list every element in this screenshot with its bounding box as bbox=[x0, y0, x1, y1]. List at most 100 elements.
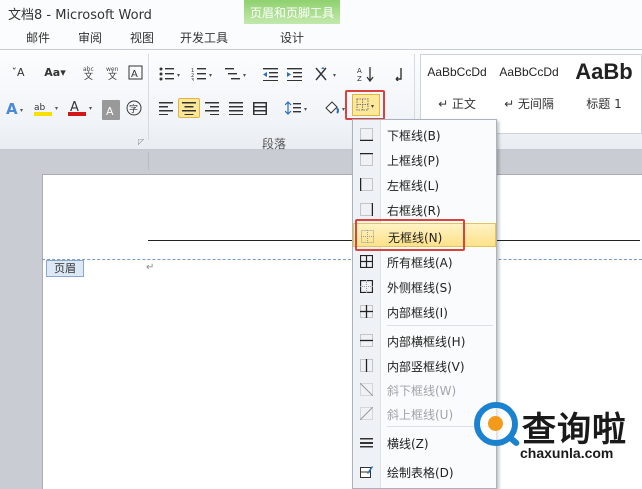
top-border-icon bbox=[360, 153, 373, 166]
menu-item-label: 无框线(N) bbox=[388, 231, 443, 245]
menu-item-draw-table[interactable]: 绘制表格(D) bbox=[353, 459, 496, 483]
text-effects-button[interactable]: A ▾ bbox=[4, 98, 28, 118]
menu-item-inside-horizontal-border[interactable]: 内部横框线(H) bbox=[353, 328, 496, 352]
borders-button[interactable]: ▾ bbox=[352, 94, 380, 116]
paragraph-group-label: 段落 bbox=[262, 137, 287, 151]
align-right-button[interactable] bbox=[202, 98, 222, 118]
character-shading-button[interactable]: A bbox=[102, 100, 120, 120]
enclose-characters-button[interactable]: 字 bbox=[124, 98, 144, 118]
svg-text:文: 文 bbox=[84, 70, 93, 80]
change-case-icon: Aa▾ bbox=[44, 65, 66, 79]
menu-item-label: 外侧框线(S) bbox=[387, 281, 452, 295]
no-border-icon bbox=[361, 230, 374, 243]
font-color-button[interactable]: A ▾ bbox=[66, 98, 96, 118]
shrink-font-button[interactable]: ˇA bbox=[8, 62, 28, 82]
decrease-indent-button[interactable] bbox=[262, 64, 280, 84]
enclosed-character-icon: 字 bbox=[126, 100, 142, 116]
phonetic-guide-button[interactable]: abc 文 bbox=[80, 62, 100, 82]
distributed-icon bbox=[253, 101, 267, 115]
chinese-layout-icon: ▾ bbox=[315, 67, 336, 81]
svg-text:Z: Z bbox=[357, 75, 362, 82]
shrink-font-icon: ˇA bbox=[11, 65, 25, 79]
svg-text:▾: ▾ bbox=[342, 106, 345, 113]
line-spacing-button[interactable]: ▾ bbox=[284, 98, 312, 118]
show-hide-marks-button[interactable] bbox=[390, 64, 406, 84]
tab-developer[interactable]: 开发工具 bbox=[180, 29, 228, 46]
group-separator bbox=[148, 54, 149, 140]
change-case-button[interactable]: Aa▾ bbox=[40, 62, 70, 82]
increase-indent-button[interactable] bbox=[286, 64, 304, 84]
menu-item-label: 绘制表格(D) bbox=[387, 466, 454, 480]
inside-borders-icon bbox=[360, 305, 373, 318]
menu-item-right-border[interactable]: 右框线(R) bbox=[353, 197, 496, 221]
svg-text:▾: ▾ bbox=[209, 72, 212, 79]
character-border-icon: wen文 bbox=[106, 66, 119, 80]
style-name: ↵ 正文 bbox=[438, 97, 476, 111]
enclose-character-button[interactable]: A bbox=[126, 62, 144, 82]
draw-table-icon bbox=[360, 466, 373, 478]
shading-button[interactable]: ▾ bbox=[322, 98, 350, 118]
text-highlight-button[interactable]: ab ▾ bbox=[32, 98, 62, 118]
paragraph-mark: ↵ bbox=[146, 262, 155, 273]
numbering-button[interactable]: 1 2 3 ▾ bbox=[190, 64, 216, 84]
justify-button[interactable] bbox=[226, 98, 246, 118]
header-boundary bbox=[42, 259, 642, 260]
tab-review[interactable]: 审阅 bbox=[78, 29, 102, 46]
numbering-icon: 123▾ bbox=[191, 68, 212, 81]
svg-text:A: A bbox=[6, 100, 18, 116]
phonetic-guide-icon: abc文 bbox=[83, 66, 94, 80]
menu-item-left-border[interactable]: 左框线(L) bbox=[353, 172, 496, 196]
style-sample: AaBb bbox=[575, 59, 633, 84]
svg-text:文: 文 bbox=[108, 70, 117, 80]
justify-icon bbox=[229, 101, 243, 115]
chinese-layout-button[interactable]: ▾ bbox=[314, 64, 342, 84]
menu-item-label: 所有框线(A) bbox=[387, 256, 453, 270]
align-left-button[interactable] bbox=[156, 98, 176, 118]
all-borders-icon bbox=[360, 255, 373, 268]
align-left-icon bbox=[159, 101, 173, 115]
menu-item-no-border[interactable]: 无框线(N) bbox=[353, 223, 496, 247]
menu-item-label: 右框线(R) bbox=[387, 204, 441, 218]
watermark-logo-dot bbox=[488, 416, 503, 431]
menu-item-inside-vertical-border[interactable]: 内部竖框线(V) bbox=[353, 353, 496, 377]
svg-text:▾: ▾ bbox=[89, 105, 92, 112]
menu-item-label: 斜下框线(W) bbox=[387, 384, 457, 398]
font-color-icon: A ▾ bbox=[68, 100, 92, 116]
bullets-button[interactable]: ▾ bbox=[158, 64, 184, 84]
menu-item-outside-borders[interactable]: 外侧框线(S) bbox=[353, 274, 496, 298]
style-no-spacing[interactable]: AaBbCcDd ↵ 无间隔 bbox=[493, 55, 565, 135]
menu-item-top-border[interactable]: 上框线(P) bbox=[353, 147, 496, 171]
svg-text:▾: ▾ bbox=[55, 105, 58, 112]
sort-icon: AZ bbox=[357, 67, 374, 82]
font-dialog-launcher-icon[interactable]: ◸ bbox=[138, 137, 144, 146]
enclose-character-icon: A bbox=[128, 65, 142, 80]
menu-item-bottom-border[interactable]: 下框线(B) bbox=[353, 122, 496, 146]
multilevel-list-button[interactable]: ▾ bbox=[224, 64, 250, 84]
watermark-brand: 查询啦 bbox=[522, 410, 627, 450]
menu-item-label: 内部横框线(H) bbox=[387, 335, 466, 349]
svg-text:▾: ▾ bbox=[333, 72, 336, 79]
svg-text:A: A bbox=[131, 69, 138, 80]
menu-item-label: 斜上框线(U) bbox=[387, 408, 454, 422]
diagonal-up-border-icon bbox=[360, 407, 373, 420]
style-sample: AaBbCcDd bbox=[499, 65, 559, 79]
align-center-icon bbox=[182, 101, 196, 115]
menu-item-inside-borders[interactable]: 内部框线(I) bbox=[353, 299, 496, 323]
align-center-button[interactable] bbox=[178, 98, 200, 118]
distributed-button[interactable] bbox=[250, 98, 270, 118]
svg-text:▾: ▾ bbox=[304, 106, 307, 113]
increase-indent-icon bbox=[287, 68, 302, 81]
tab-design[interactable]: 设计 bbox=[280, 29, 304, 46]
margin-corner-mark bbox=[148, 152, 149, 170]
style-heading-1[interactable]: AaBb 标题 1 bbox=[565, 55, 642, 135]
character-border-button[interactable]: wen 文 bbox=[104, 62, 124, 82]
character-shading-icon: A bbox=[106, 105, 114, 117]
tab-mailings[interactable]: 邮件 bbox=[26, 29, 50, 46]
sort-button[interactable]: AZ bbox=[356, 64, 376, 84]
menu-item-horizontal-line[interactable]: 横线(Z) bbox=[353, 430, 496, 454]
ribbon-tab-row: 邮件 审阅 视图 开发工具 设计 bbox=[0, 24, 642, 50]
menu-separator bbox=[387, 325, 493, 326]
menu-item-all-borders[interactable]: 所有框线(A) bbox=[353, 249, 496, 273]
tab-view[interactable]: 视图 bbox=[130, 29, 154, 46]
svg-text:3: 3 bbox=[191, 78, 194, 81]
